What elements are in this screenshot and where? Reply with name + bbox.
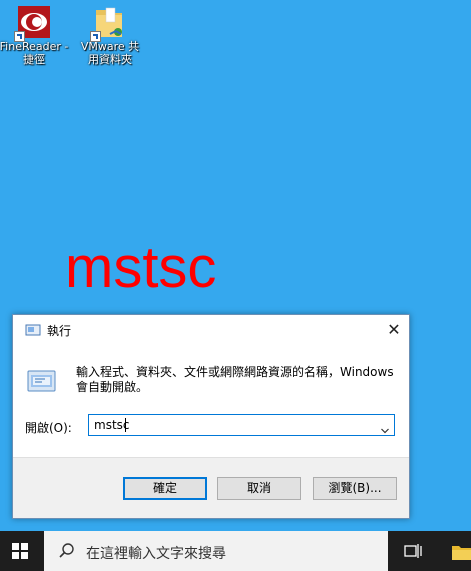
text-caret: [125, 418, 126, 432]
chevron-down-icon[interactable]: [381, 420, 389, 434]
file-explorer-icon[interactable]: [452, 540, 471, 562]
close-button[interactable]: ✕: [379, 315, 409, 345]
dialog-title: 執行: [47, 324, 72, 338]
shortcut-arrow-icon: [14, 31, 25, 42]
taskbar: 在這裡輸入文字來搜尋: [0, 531, 471, 571]
search-placeholder: 在這裡輸入文字來搜尋: [86, 546, 226, 562]
folder-icon: [90, 4, 128, 42]
title-bar[interactable]: 執行 ✕: [13, 315, 409, 345]
dialog-description: 輸入程式、資料夾、文件或網際網路資源的名稱，Windows 會自動開啟。: [76, 365, 394, 394]
open-input[interactable]: mstsc: [88, 414, 395, 436]
browse-button[interactable]: 瀏覽(B)...: [313, 477, 397, 500]
taskbar-search-box[interactable]: 在這裡輸入文字來搜尋: [44, 531, 388, 571]
run-icon: [27, 367, 57, 395]
finereader-icon: [14, 4, 52, 42]
desktop-icon-vmware-shared[interactable]: VMware 共 用資料夾: [74, 4, 146, 66]
shortcut-arrow-icon: [90, 31, 101, 42]
run-app-icon: [25, 322, 41, 338]
desktop-icon-label: FineReader - 捷徑: [0, 40, 69, 66]
run-dialog: 執行 ✕ 輸入程式、資料夾、文件或網際網路資源的名稱，Windows 會自動開啟…: [12, 314, 410, 519]
windows-start-icon[interactable]: [12, 543, 28, 559]
desktop-icon-finereader[interactable]: FineReader - 捷徑: [0, 4, 70, 66]
search-icon: [58, 542, 76, 560]
cancel-button[interactable]: 取消: [217, 477, 301, 500]
overlay-text: mstsc: [65, 235, 217, 300]
desktop-icon-label: VMware 共 用資料夾: [80, 40, 140, 66]
open-label: 開啟(O):: [25, 421, 72, 435]
task-view-icon[interactable]: [402, 542, 422, 560]
ok-button[interactable]: 確定: [123, 477, 207, 500]
